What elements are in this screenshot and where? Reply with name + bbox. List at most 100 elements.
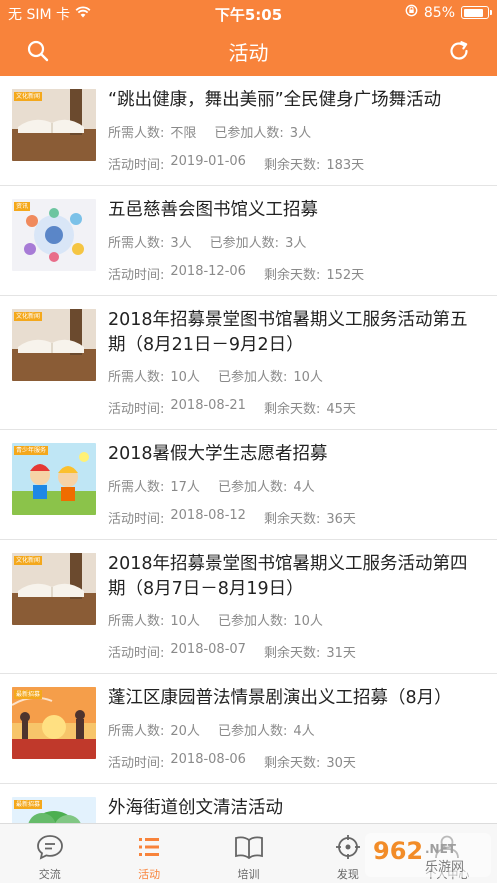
user-icon xyxy=(433,834,461,863)
tab-profile[interactable]: 个人中心 xyxy=(398,824,497,883)
category-tag: 文化新闻 xyxy=(14,92,43,101)
joined-value: 3人 xyxy=(289,126,312,141)
required-label: 所需人数: xyxy=(108,724,165,739)
activity-thumbnail: 最新招募 xyxy=(12,687,96,759)
joined-value: 4人 xyxy=(293,724,315,739)
activity-title: 2018年招募景堂图书馆暑期义工服务活动第五期（8月21日－9月2日） xyxy=(108,310,468,355)
activity-thumbnail: 文化新闻 xyxy=(12,89,96,161)
tab-training[interactable]: 培训 xyxy=(199,824,298,883)
book-icon xyxy=(234,834,264,863)
list-item[interactable]: 最新招募 外海街道创文清洁活动 xyxy=(0,784,497,823)
orientation-lock-icon xyxy=(405,4,418,21)
activity-meta-time: 活动时间: 2018-08-21 剩余天数: 45天 xyxy=(108,398,374,417)
activity-title: “跳出健康，舞出美丽”全民健身广场舞活动 xyxy=(108,90,442,110)
list-item[interactable]: 文化新闻 2018年招募景堂图书馆暑期义工服务活动第四期（8月7日－8月19日）… xyxy=(0,540,497,674)
list-item[interactable]: 青少年服务 2018暑假大学生志愿者招募 所需人数: 17人 已参加人数: 4人 活… xyxy=(0,430,497,540)
date-label: 活动时间: xyxy=(108,756,165,771)
battery-icon xyxy=(461,6,492,19)
required-label: 所需人数: xyxy=(108,126,165,141)
activity-meta-people: 所需人数: 不限 已参加人数: 3人 xyxy=(108,122,329,141)
remaining-value: 152天 xyxy=(326,268,365,283)
activity-thumbnail: 文化新闻 xyxy=(12,553,96,625)
joined-label: 已参加人数: xyxy=(209,236,280,251)
tab-activity[interactable]: 活动 xyxy=(99,824,198,883)
required-label: 所需人数: xyxy=(108,614,165,629)
tab-bar: 交流 活动 培训 发现 个人中心 xyxy=(0,823,497,883)
activity-meta-people: 所需人数: 3人 已参加人数: 3人 xyxy=(108,232,324,251)
refresh-icon[interactable] xyxy=(445,37,473,65)
remaining-label: 剩余天数: xyxy=(263,158,321,173)
activity-title: 2018年招募景堂图书馆暑期义工服务活动第四期（8月7日－8月19日） xyxy=(108,554,468,599)
battery-percent: 85% xyxy=(423,4,455,21)
activity-meta-time: 活动时间: 2018-12-06 剩余天数: 152天 xyxy=(108,264,382,283)
status-bar: 无 SIM 卡 下午5:05 85% xyxy=(0,0,497,26)
tab-exchange[interactable]: 交流 xyxy=(0,824,99,883)
tab-label: 个人中心 xyxy=(425,868,470,881)
tab-label: 发现 xyxy=(336,868,359,881)
activity-content: 外海街道创文清洁活动 xyxy=(108,796,483,821)
activity-title: 五邑慈善会图书馆义工招募 xyxy=(108,200,318,220)
remaining-value: 31天 xyxy=(326,646,356,661)
remaining-value: 183天 xyxy=(326,158,365,173)
battery-fill xyxy=(463,8,484,17)
activity-title: 外海街道创文清洁活动 xyxy=(108,798,283,818)
date-label: 活动时间: xyxy=(108,268,165,283)
remaining-label: 剩余天数: xyxy=(263,756,321,771)
remaining-label: 剩余天数: xyxy=(263,512,321,527)
joined-value: 3人 xyxy=(285,236,307,251)
date-value: 2018-08-21 xyxy=(170,398,246,413)
joined-label: 已参加人数: xyxy=(214,126,284,141)
required-label: 所需人数: xyxy=(108,370,165,385)
joined-label: 已参加人数: xyxy=(217,724,288,739)
remaining-value: 30天 xyxy=(326,756,356,771)
remaining-value: 36天 xyxy=(326,512,356,527)
list-icon xyxy=(135,834,163,863)
activity-content: 蓬江区康园普法情景剧演出义工招募（8月） xyxy=(108,686,483,711)
required-value: 3人 xyxy=(170,236,192,251)
activity-meta-people: 所需人数: 10人 已参加人数: 10人 xyxy=(108,610,341,629)
joined-value: 4人 xyxy=(293,480,315,495)
required-value: 不限 xyxy=(170,126,197,141)
activity-content: 2018年招募景堂图书馆暑期义工服务活动第五期（8月21日－9月2日） xyxy=(108,308,483,358)
required-value: 10人 xyxy=(170,370,200,385)
activity-content: 2018暑假大学生志愿者招募 xyxy=(108,442,483,467)
activity-meta-people: 所需人数: 17人 已参加人数: 4人 xyxy=(108,476,333,495)
list-item[interactable]: 最新招募 蓬江区康园普法情景剧演出义工招募（8月） 所需人数: 20人 已参加人数… xyxy=(0,674,497,784)
list-item[interactable]: 资讯 五邑慈善会图书馆义工招募 所需人数: 3人 已参加人数: 3人 活动时间: 20… xyxy=(0,186,497,296)
activity-content: 五邑慈善会图书馆义工招募 xyxy=(108,198,483,223)
required-value: 10人 xyxy=(170,614,200,629)
date-label: 活动时间: xyxy=(108,512,165,527)
date-value: 2018-08-12 xyxy=(170,508,246,523)
date-label: 活动时间: xyxy=(108,402,165,417)
activity-meta-time: 活动时间: 2018-08-06 剩余天数: 30天 xyxy=(108,752,374,771)
list-item[interactable]: 文化新闻 “跳出健康，舞出美丽”全民健身广场舞活动 所需人数: 不限 已参加人数:… xyxy=(0,76,497,186)
tab-label: 培训 xyxy=(237,868,260,881)
activity-meta-time: 活动时间: 2018-08-07 剩余天数: 31天 xyxy=(108,642,374,661)
tab-label: 活动 xyxy=(138,868,161,881)
category-tag: 最新招募 xyxy=(14,690,43,699)
nav-bar: 活动 xyxy=(0,26,497,76)
required-value: 17人 xyxy=(170,480,200,495)
date-value: 2018-08-07 xyxy=(170,642,246,657)
category-tag: 青少年服务 xyxy=(14,446,49,455)
category-tag: 文化新闻 xyxy=(14,556,43,565)
activity-content: 2018年招募景堂图书馆暑期义工服务活动第四期（8月7日－8月19日） xyxy=(108,552,483,602)
date-value: 2019-01-06 xyxy=(170,154,246,169)
activity-thumbnail: 资讯 xyxy=(12,199,96,271)
remaining-label: 剩余天数: xyxy=(263,268,321,283)
date-value: 2018-12-06 xyxy=(170,264,246,279)
category-tag: 文化新闻 xyxy=(14,312,43,321)
required-label: 所需人数: xyxy=(108,480,165,495)
category-tag: 资讯 xyxy=(14,202,31,211)
activity-list[interactable]: 文化新闻 “跳出健康，舞出美丽”全民健身广场舞活动 所需人数: 不限 已参加人数:… xyxy=(0,76,497,823)
status-right: 85% xyxy=(405,4,492,21)
list-item[interactable]: 文化新闻 2018年招募景堂图书馆暑期义工服务活动第五期（8月21日－9月2日）… xyxy=(0,296,497,430)
crosshair-icon xyxy=(334,834,362,863)
joined-label: 已参加人数: xyxy=(217,370,288,385)
activity-meta-people: 所需人数: 20人 已参加人数: 4人 xyxy=(108,720,333,739)
tab-discover[interactable]: 发现 xyxy=(298,824,397,883)
remaining-label: 剩余天数: xyxy=(263,402,321,417)
activity-meta-people: 所需人数: 10人 已参加人数: 10人 xyxy=(108,366,341,385)
remaining-label: 剩余天数: xyxy=(263,646,321,661)
required-label: 所需人数: xyxy=(108,236,165,251)
